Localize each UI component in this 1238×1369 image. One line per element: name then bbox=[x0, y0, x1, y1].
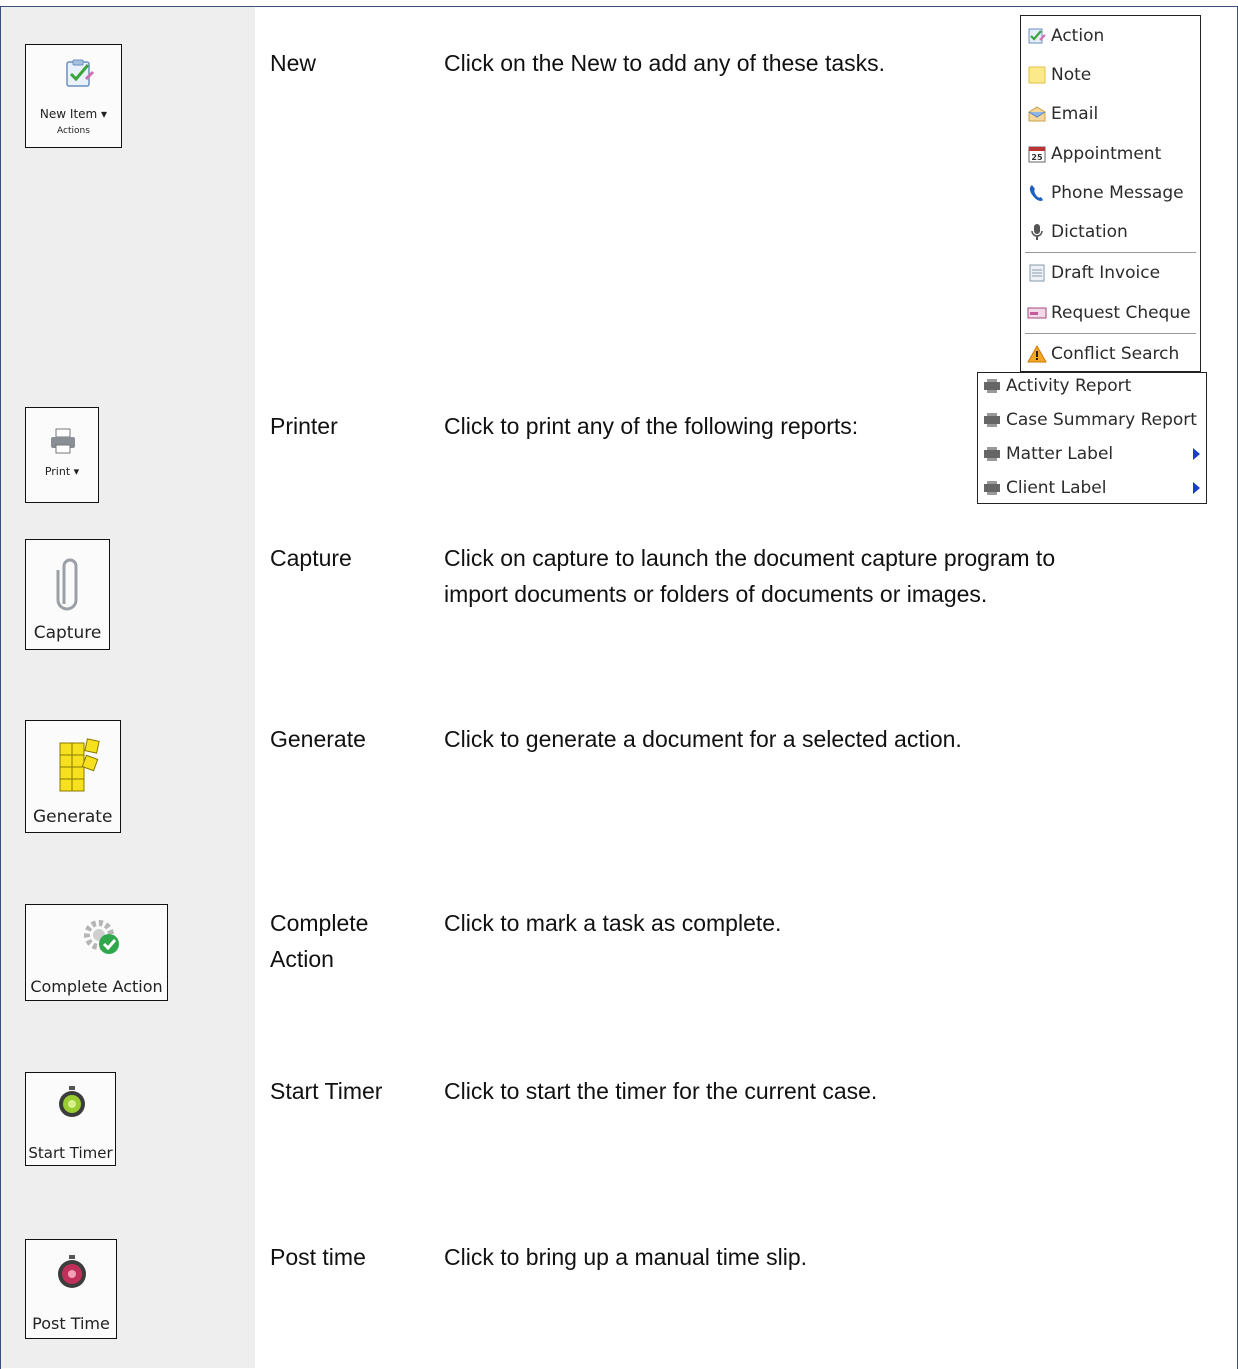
printer-icon bbox=[48, 426, 78, 456]
menu-item-label: Matter Label bbox=[1006, 444, 1114, 464]
menu-item-phone-message[interactable]: Phone Message bbox=[1021, 175, 1200, 211]
start-timer-description: Click to start the timer for the current… bbox=[444, 1078, 878, 1104]
print-menu: Activity Report Case Summary Report Matt… bbox=[977, 372, 1207, 504]
menu-item-client-label[interactable]: Client Label bbox=[978, 471, 1206, 505]
new-description: Click on the New to add any of these tas… bbox=[444, 50, 886, 76]
menu-item-label: Client Label bbox=[1006, 478, 1107, 498]
menu-item-label: Action bbox=[1051, 26, 1105, 46]
calendar-day: 25 bbox=[1031, 153, 1043, 162]
start-timer-name: Start Timer bbox=[270, 1078, 383, 1104]
menu-item-conflict-search[interactable]: Conflict Search bbox=[1021, 336, 1200, 372]
complete-name-line2: Action bbox=[270, 946, 334, 972]
new-item-button[interactable]: New Item ▾ Actions bbox=[25, 44, 122, 148]
menu-item-label: Case Summary Report bbox=[1006, 410, 1197, 430]
print-name: Printer bbox=[270, 413, 338, 439]
menu-item-matter-label[interactable]: Matter Label bbox=[978, 437, 1206, 471]
print-description: Click to print any of the following repo… bbox=[444, 413, 859, 439]
warning-icon bbox=[1027, 344, 1047, 364]
phone-icon bbox=[1027, 183, 1047, 203]
menu-item-label: Conflict Search bbox=[1051, 344, 1180, 364]
printer-icon bbox=[982, 444, 1002, 464]
new-item-sublabel: Actions bbox=[57, 126, 90, 136]
stopwatch-red-icon bbox=[56, 1254, 88, 1290]
stopwatch-green-icon bbox=[56, 1085, 88, 1119]
note-icon bbox=[1027, 65, 1047, 85]
generate-icon bbox=[56, 737, 104, 795]
start-timer-label: Start Timer bbox=[28, 1144, 113, 1162]
submenu-arrow-icon bbox=[1193, 448, 1200, 460]
generate-label: Generate bbox=[33, 807, 113, 827]
menu-item-label: Draft Invoice bbox=[1051, 263, 1161, 283]
complete-action-button[interactable]: Complete Action bbox=[25, 904, 168, 1001]
new-item-menu: Action Note Email 25 Appointment Phone M… bbox=[1020, 15, 1201, 372]
start-timer-button[interactable]: Start Timer bbox=[25, 1072, 116, 1166]
post-time-button[interactable]: Post Time bbox=[25, 1239, 117, 1339]
menu-item-note[interactable]: Note bbox=[1021, 57, 1200, 93]
menu-item-action[interactable]: Action bbox=[1021, 18, 1200, 54]
menu-item-request-cheque[interactable]: Request Cheque bbox=[1021, 295, 1200, 331]
capture-description-line2: import documents or folders of documents… bbox=[444, 581, 988, 607]
menu-item-label: Request Cheque bbox=[1051, 303, 1191, 323]
menu-item-activity-report[interactable]: Activity Report bbox=[978, 369, 1206, 403]
menu-item-dictation[interactable]: Dictation bbox=[1021, 214, 1200, 250]
new-item-label: New Item ▾ bbox=[39, 107, 108, 121]
menu-item-label: Note bbox=[1051, 65, 1092, 85]
invoice-icon bbox=[1027, 263, 1047, 283]
menu-item-draft-invoice[interactable]: Draft Invoice bbox=[1021, 255, 1200, 291]
submenu-arrow-icon bbox=[1193, 482, 1200, 494]
generate-name: Generate bbox=[270, 726, 366, 752]
menu-separator bbox=[1025, 252, 1196, 253]
email-icon bbox=[1027, 104, 1047, 124]
capture-description-line1: Click on capture to launch the document … bbox=[444, 545, 1056, 571]
complete-action-icon bbox=[82, 917, 122, 957]
post-time-description: Click to bring up a manual time slip. bbox=[444, 1244, 808, 1270]
complete-name-line1: Complete bbox=[270, 910, 369, 936]
calendar-icon: 25 bbox=[1027, 144, 1047, 164]
printer-icon bbox=[982, 478, 1002, 498]
generate-description: Click to generate a document for a selec… bbox=[444, 726, 962, 752]
menu-item-label: Activity Report bbox=[1006, 376, 1132, 396]
cheque-icon bbox=[1027, 303, 1047, 323]
menu-item-label: Email bbox=[1051, 104, 1099, 124]
capture-label: Capture bbox=[33, 623, 102, 643]
post-time-name: Post time bbox=[270, 1244, 366, 1270]
menu-separator bbox=[1025, 333, 1196, 334]
capture-name: Capture bbox=[270, 545, 352, 571]
printer-icon bbox=[982, 376, 1002, 396]
menu-item-label: Phone Message bbox=[1051, 183, 1184, 203]
new-name: New bbox=[270, 50, 317, 76]
menu-item-label: Dictation bbox=[1051, 222, 1128, 242]
microphone-icon bbox=[1027, 222, 1047, 242]
capture-button[interactable]: Capture bbox=[25, 539, 110, 650]
menu-item-appointment[interactable]: 25 Appointment bbox=[1021, 136, 1200, 172]
print-button[interactable]: Print ▾ bbox=[25, 407, 99, 503]
generate-button[interactable]: Generate bbox=[25, 720, 121, 833]
menu-item-label: Appointment bbox=[1051, 144, 1162, 164]
new-item-icon bbox=[64, 57, 96, 89]
print-label: Print ▾ bbox=[44, 465, 80, 478]
printer-icon bbox=[982, 410, 1002, 430]
complete-action-label: Complete Action bbox=[30, 977, 163, 996]
action-icon bbox=[1027, 26, 1047, 46]
complete-description: Click to mark a task as complete. bbox=[444, 910, 782, 936]
paperclip-icon bbox=[56, 554, 82, 614]
post-time-label: Post Time bbox=[32, 1314, 110, 1333]
menu-item-email[interactable]: Email bbox=[1021, 96, 1200, 132]
menu-item-case-summary-report[interactable]: Case Summary Report bbox=[978, 403, 1206, 437]
